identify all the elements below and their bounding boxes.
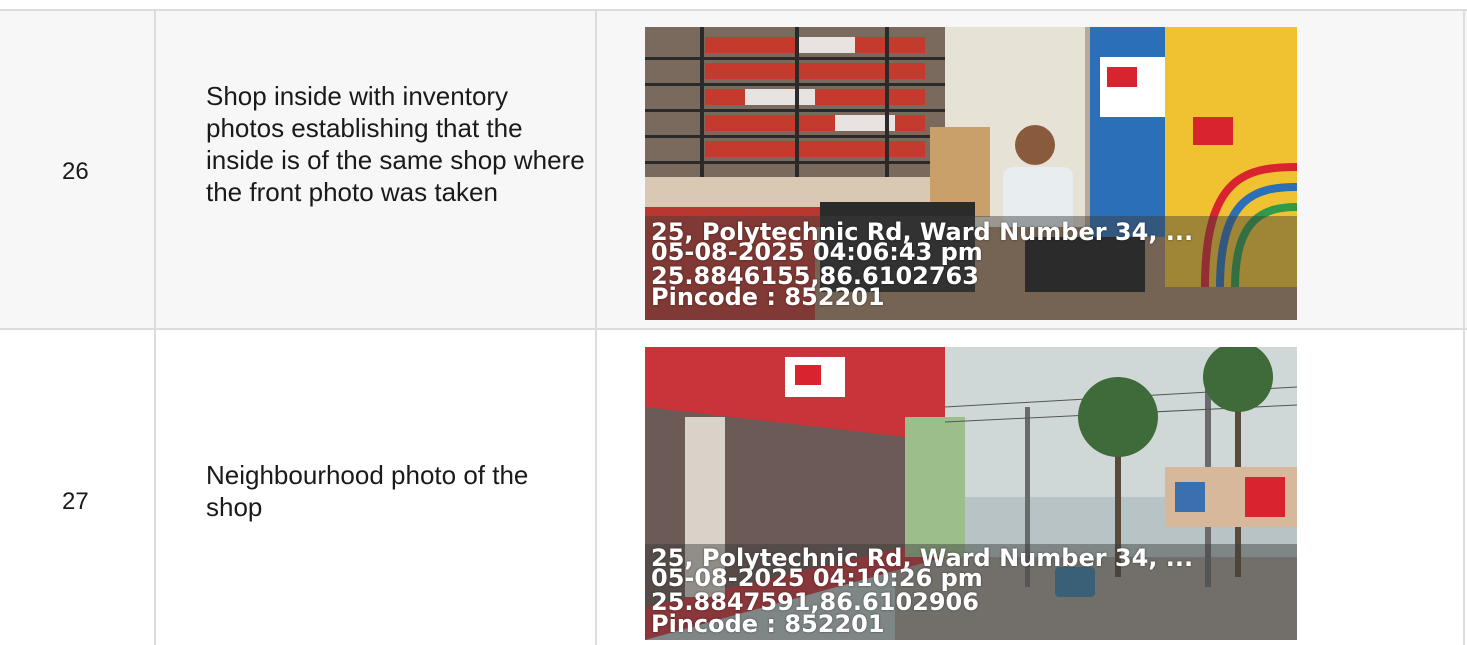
row-number: 27: [62, 488, 89, 515]
row-divider: [0, 328, 1467, 330]
geotag-pincode: Pincode : 852201: [651, 283, 885, 311]
geotag-datetime: 05-08-2025 04:06:43 pm: [651, 238, 983, 266]
evidence-table: 26 Shop inside with inventory photos est…: [0, 0, 1467, 645]
geotag-overlay: 25, Polytechnic Rd, Ward Number 34, ... …: [645, 544, 1297, 640]
geotag-pincode: Pincode : 852201: [651, 610, 885, 638]
row-number: 26: [62, 158, 89, 185]
geotag-overlay: 25, Polytechnic Rd, Ward Number 34, ... …: [645, 216, 1297, 320]
neighbourhood-photo: 25, Polytechnic Rd, Ward Number 34, ... …: [645, 347, 1297, 640]
row-divider: [0, 9, 1467, 11]
geotag-datetime: 05-08-2025 04:10:26 pm: [651, 564, 983, 592]
column-divider: [154, 9, 156, 645]
column-divider: [595, 9, 597, 645]
row-description: Shop inside with inventory photos establ…: [206, 81, 585, 207]
column-divider: [1463, 9, 1465, 645]
row-description: Neighbourhood photo of the shop: [206, 460, 529, 522]
shop-interior-photo: 25, Polytechnic Rd, Ward Number 34, ... …: [645, 27, 1297, 320]
